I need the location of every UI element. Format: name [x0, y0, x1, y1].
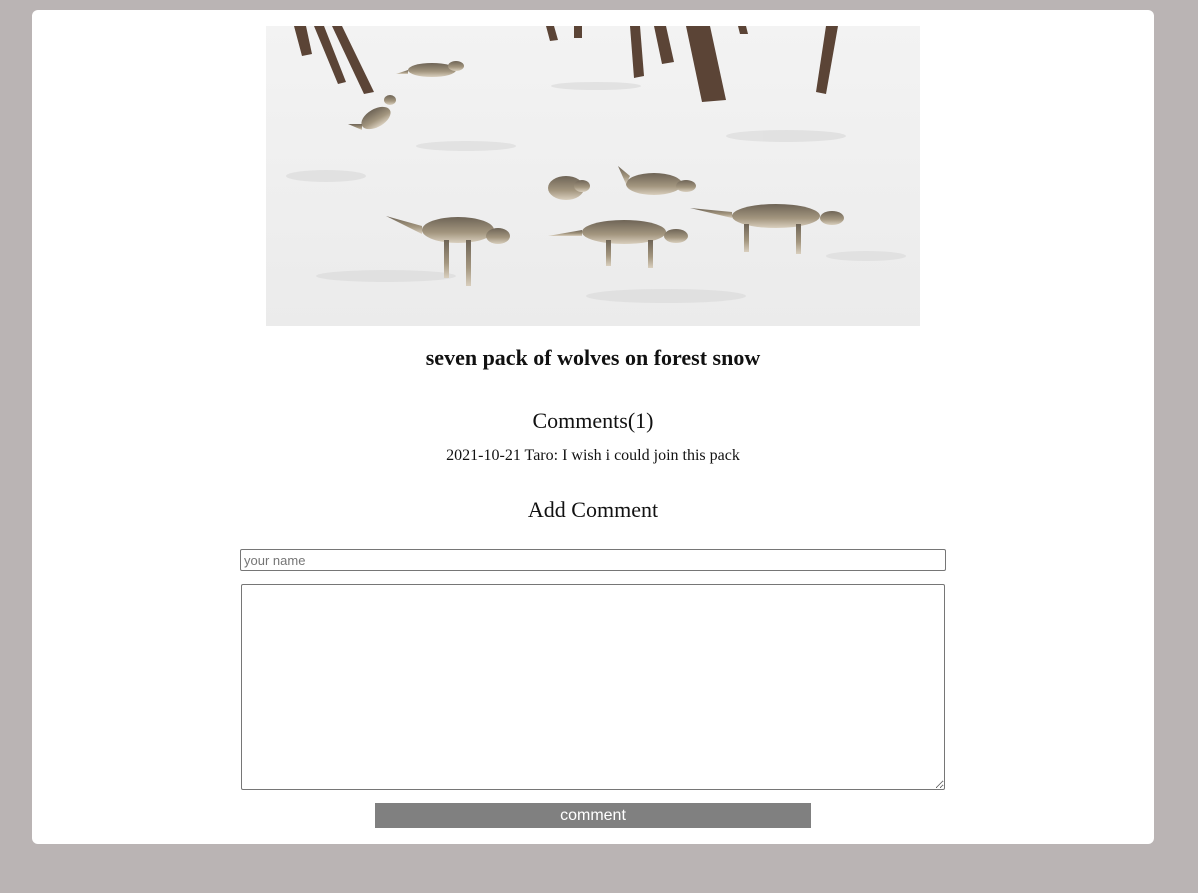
post-title: seven pack of wolves on forest snow	[425, 345, 761, 370]
comment-textarea[interactable]	[241, 584, 945, 790]
comments-heading: Comments(1)	[532, 408, 654, 433]
post-card: seven pack of wolves on forest snow Comm…	[32, 10, 1154, 844]
comment-item: 2021-10-21 Taro: I wish i could join thi…	[446, 447, 740, 464]
comment-submit-button[interactable]: comment	[375, 803, 811, 828]
add-comment-heading: Add Comment	[527, 497, 659, 522]
name-input[interactable]	[240, 549, 946, 571]
post-image	[266, 26, 920, 326]
comment-list: 2021-10-21 Taro: I wish i could join thi…	[32, 447, 1154, 465]
